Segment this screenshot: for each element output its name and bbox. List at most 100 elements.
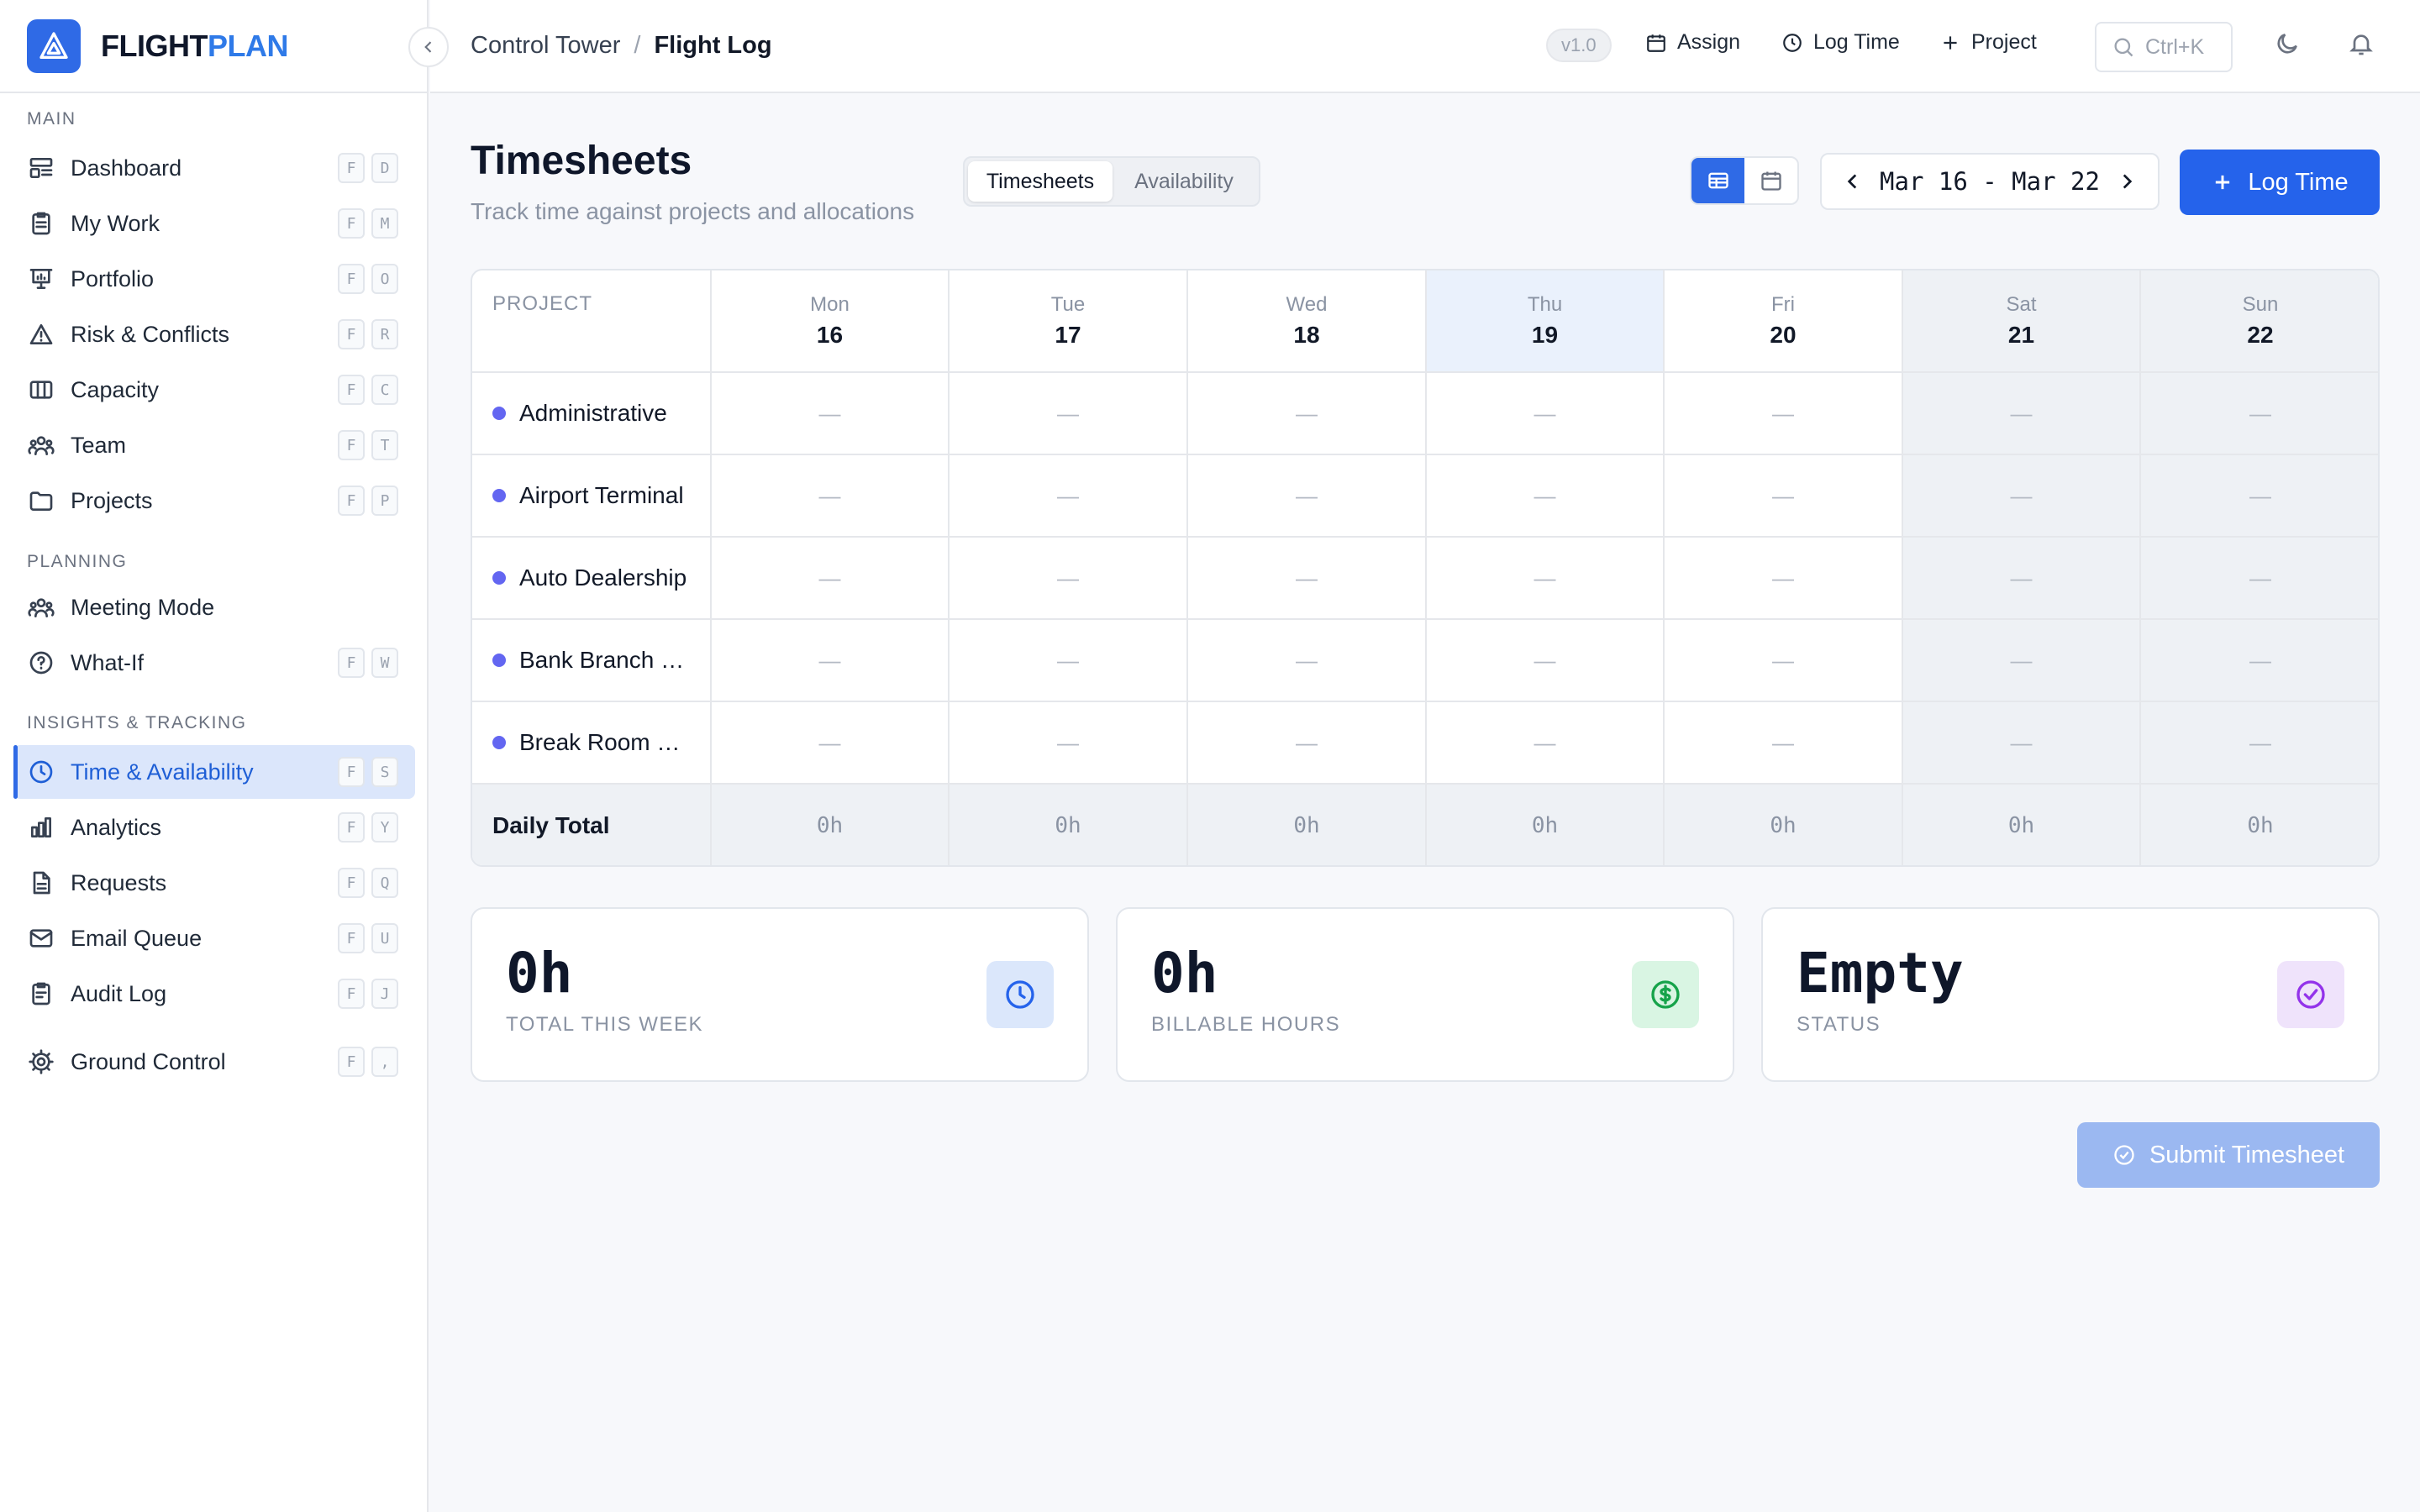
time-entry-cell[interactable]: — bbox=[950, 373, 1188, 455]
time-entry-cell[interactable]: — bbox=[1188, 538, 1427, 620]
time-entry-cell[interactable]: — bbox=[950, 702, 1188, 785]
time-entry-cell[interactable]: — bbox=[950, 538, 1188, 620]
empty-entry: — bbox=[818, 564, 841, 591]
day-number: 21 bbox=[2007, 322, 2035, 348]
breadcrumb: Control Tower / Flight Log bbox=[471, 32, 772, 60]
time-entry-cell[interactable]: — bbox=[2141, 538, 2378, 620]
chevron-left-icon[interactable] bbox=[1842, 171, 1864, 192]
users-icon bbox=[27, 593, 55, 622]
search-shortcut: Ctrl+K bbox=[2145, 34, 2205, 59]
time-entry-cell[interactable]: — bbox=[1665, 455, 1903, 538]
sidebar-item-my-work[interactable]: My Work F M bbox=[13, 197, 415, 250]
shortcut-key: F bbox=[338, 979, 365, 1009]
time-entry-cell[interactable]: — bbox=[1903, 620, 2141, 702]
search-button[interactable]: Ctrl+K bbox=[2095, 22, 2233, 72]
tab-availability[interactable]: Availability bbox=[1113, 161, 1255, 202]
project-name: Administrative bbox=[519, 400, 667, 426]
sidebar-item-time-availability[interactable]: Time & Availability F S bbox=[13, 745, 415, 799]
theme-toggle-button[interactable] bbox=[2274, 30, 2301, 61]
shortcut-key: M bbox=[371, 208, 398, 239]
time-entry-cell[interactable]: — bbox=[712, 373, 950, 455]
grid-view-button[interactable] bbox=[1691, 158, 1744, 203]
empty-entry: — bbox=[1772, 647, 1794, 673]
log-time-button[interactable]: Log Time bbox=[2180, 150, 2380, 215]
day-header: Fri 20 bbox=[1665, 270, 1903, 373]
time-entry-cell[interactable]: — bbox=[712, 620, 950, 702]
columns-icon bbox=[29, 381, 53, 399]
time-entry-cell[interactable]: — bbox=[1427, 455, 1665, 538]
warning-icon bbox=[27, 320, 55, 349]
time-entry-cell[interactable]: — bbox=[2141, 702, 2378, 785]
tab-timesheets[interactable]: Timesheets bbox=[968, 161, 1113, 202]
notifications-button[interactable] bbox=[2348, 30, 2375, 61]
clock-icon bbox=[1783, 33, 1802, 52]
time-entry-cell[interactable]: — bbox=[950, 455, 1188, 538]
assign-button[interactable]: Assign bbox=[1645, 30, 1740, 55]
empty-entry: — bbox=[2010, 564, 2033, 591]
time-entry-cell[interactable]: — bbox=[2141, 455, 2378, 538]
sidebar-item-audit-log[interactable]: Audit Log F J bbox=[13, 967, 415, 1021]
sidebar-item-requests[interactable]: Requests F Q bbox=[13, 856, 415, 910]
time-entry-cell[interactable]: — bbox=[1903, 702, 2141, 785]
shortcut-key: D bbox=[371, 153, 398, 183]
calendar-view-button[interactable] bbox=[1744, 158, 1797, 203]
time-entry-cell[interactable]: — bbox=[712, 455, 950, 538]
topbar: Control Tower / Flight Log v1.0 Assign L… bbox=[430, 0, 2420, 93]
sidebar-item-label: Analytics bbox=[71, 814, 162, 840]
empty-entry: — bbox=[1534, 647, 1556, 673]
table-icon bbox=[1707, 172, 1728, 189]
time-entry-cell[interactable]: — bbox=[1427, 538, 1665, 620]
project-name-cell: Break Room Remodel bbox=[472, 702, 712, 785]
submit-timesheet-button[interactable]: Submit Timesheet bbox=[2077, 1122, 2380, 1188]
time-entry-cell[interactable]: — bbox=[1665, 538, 1903, 620]
sidebar-item-capacity[interactable]: Capacity F C bbox=[13, 363, 415, 417]
sidebar-item-label: My Work bbox=[71, 210, 160, 236]
time-entry-cell[interactable]: — bbox=[2141, 373, 2378, 455]
time-entry-cell[interactable]: — bbox=[1427, 620, 1665, 702]
time-entry-cell[interactable]: — bbox=[712, 538, 950, 620]
time-entry-cell[interactable]: — bbox=[950, 620, 1188, 702]
sidebar-item-what-if[interactable]: What-If F W bbox=[13, 636, 415, 690]
sidebar-item-team[interactable]: Team F T bbox=[13, 418, 415, 472]
log-time-top-button[interactable]: Log Time bbox=[1781, 30, 1900, 55]
time-entry-cell[interactable]: — bbox=[1665, 702, 1903, 785]
sidebar-item-label: Meeting Mode bbox=[71, 594, 215, 620]
check-circle-icon bbox=[2296, 980, 2325, 1009]
empty-entry: — bbox=[1296, 564, 1318, 591]
time-entry-cell[interactable]: — bbox=[1665, 373, 1903, 455]
sidebar-item-risk-conflicts[interactable]: Risk & Conflicts F R bbox=[13, 307, 415, 361]
sidebar-item-email-queue[interactable]: Email Queue F U bbox=[13, 911, 415, 965]
project-color-dot bbox=[492, 571, 506, 585]
folder-icon bbox=[29, 491, 53, 511]
time-entry-cell[interactable]: — bbox=[1903, 455, 2141, 538]
sidebar-item-ground-control[interactable]: Ground Control F , bbox=[13, 1035, 415, 1089]
time-entry-cell[interactable]: — bbox=[1427, 702, 1665, 785]
time-entry-cell[interactable]: — bbox=[1188, 620, 1427, 702]
shortcut-key: F bbox=[338, 264, 365, 294]
day-header: Sat 21 bbox=[1903, 270, 2141, 373]
time-entry-cell[interactable]: — bbox=[2141, 620, 2378, 702]
time-entry-cell[interactable]: — bbox=[1188, 373, 1427, 455]
time-entry-cell[interactable]: — bbox=[1188, 702, 1427, 785]
time-entry-cell[interactable]: — bbox=[1903, 538, 2141, 620]
chevron-right-icon[interactable] bbox=[2116, 171, 2138, 192]
new-project-button[interactable]: Project bbox=[1939, 30, 2037, 55]
sidebar-item-meeting-mode[interactable]: Meeting Mode bbox=[13, 580, 415, 634]
shortcut-key: F bbox=[338, 319, 365, 349]
sidebar-item-dashboard[interactable]: Dashboard F D bbox=[13, 141, 415, 195]
logo-icon bbox=[27, 18, 81, 73]
sidebar-item-analytics[interactable]: Analytics F Y bbox=[13, 801, 415, 854]
time-entry-cell[interactable]: — bbox=[1188, 455, 1427, 538]
time-entry-cell[interactable]: — bbox=[1903, 373, 2141, 455]
time-entry-cell[interactable]: — bbox=[1427, 373, 1665, 455]
sidebar-item-projects[interactable]: Projects F P bbox=[13, 474, 415, 528]
brand[interactable]: FLIGHTPLAN bbox=[0, 0, 427, 93]
sidebar-item-label: Dashboard bbox=[71, 155, 182, 181]
sidebar-item-portfolio[interactable]: Portfolio F O bbox=[13, 252, 415, 306]
time-entry-cell[interactable]: — bbox=[1665, 620, 1903, 702]
time-entry-cell[interactable]: — bbox=[712, 702, 950, 785]
project-color-dot bbox=[492, 407, 506, 420]
breadcrumb-parent[interactable]: Control Tower bbox=[471, 32, 620, 60]
collapse-sidebar-button[interactable] bbox=[408, 27, 449, 67]
empty-entry: — bbox=[2249, 564, 2271, 591]
